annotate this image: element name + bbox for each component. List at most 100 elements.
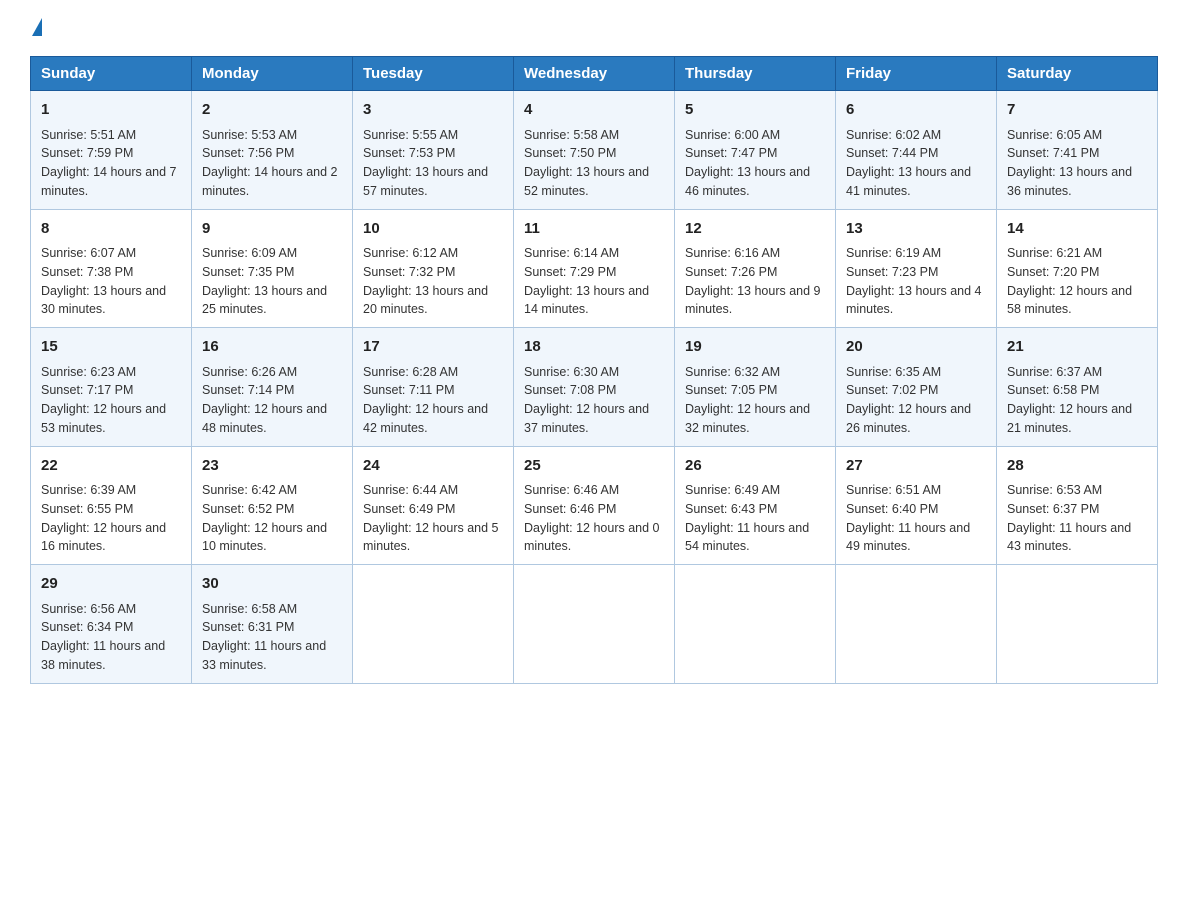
- calendar-cell: 18 Sunrise: 6:30 AMSunset: 7:08 PMDayligh…: [514, 328, 675, 447]
- day-number: 25: [524, 455, 664, 478]
- calendar-cell: 12 Sunrise: 6:16 AMSunset: 7:26 PMDayligh…: [675, 209, 836, 328]
- day-info: Sunrise: 6:42 AMSunset: 6:52 PMDaylight:…: [202, 481, 342, 556]
- day-number: 15: [41, 336, 181, 359]
- day-number: 19: [685, 336, 825, 359]
- calendar-week-row: 22Sunrise: 6:39 AMSunset: 6:55 PMDayligh…: [31, 446, 1158, 565]
- day-info: Sunrise: 6:14 AMSunset: 7:29 PMDaylight:…: [524, 244, 664, 319]
- calendar-cell: 29 Sunrise: 6:56 AMSunset: 6:34 PMDayligh…: [31, 565, 192, 684]
- calendar-cell: 3Sunrise: 5:55 AMSunset: 7:53 PMDaylight…: [353, 91, 514, 210]
- day-number: 23: [202, 455, 342, 478]
- calendar-table: SundayMondayTuesdayWednesdayThursdayFrid…: [30, 56, 1158, 684]
- day-number: 18: [524, 336, 664, 359]
- calendar-cell: 19 Sunrise: 6:32 AMSunset: 7:05 PMDayligh…: [675, 328, 836, 447]
- day-number: 16: [202, 336, 342, 359]
- day-number: 14: [1007, 218, 1147, 241]
- day-info: Sunrise: 6:32 AMSunset: 7:05 PMDaylight:…: [685, 363, 825, 438]
- calendar-cell: 9Sunrise: 6:09 AMSunset: 7:35 PMDaylight…: [192, 209, 353, 328]
- header-sunday: Sunday: [31, 57, 192, 91]
- day-info: Sunrise: 6:09 AMSunset: 7:35 PMDaylight:…: [202, 244, 342, 319]
- day-number: 21: [1007, 336, 1147, 359]
- calendar-cell: 11 Sunrise: 6:14 AMSunset: 7:29 PMDayligh…: [514, 209, 675, 328]
- day-number: 27: [846, 455, 986, 478]
- calendar-week-row: 8Sunrise: 6:07 AMSunset: 7:38 PMDaylight…: [31, 209, 1158, 328]
- day-info: Sunrise: 6:02 AMSunset: 7:44 PMDaylight:…: [846, 126, 986, 201]
- header-monday: Monday: [192, 57, 353, 91]
- calendar-cell: [514, 565, 675, 684]
- day-info: Sunrise: 6:19 AMSunset: 7:23 PMDaylight:…: [846, 244, 986, 319]
- day-number: 3: [363, 99, 503, 122]
- day-info: Sunrise: 6:26 AMSunset: 7:14 PMDaylight:…: [202, 363, 342, 438]
- calendar-cell: 7Sunrise: 6:05 AMSunset: 7:41 PMDaylight…: [997, 91, 1158, 210]
- calendar-cell: 4 Sunrise: 5:58 AMSunset: 7:50 PMDaylight…: [514, 91, 675, 210]
- day-info: Sunrise: 6:37 AMSunset: 6:58 PMDaylight:…: [1007, 363, 1147, 438]
- calendar-cell: [836, 565, 997, 684]
- calendar-header-row: SundayMondayTuesdayWednesdayThursdayFrid…: [31, 57, 1158, 91]
- calendar-cell: 16 Sunrise: 6:26 AMSunset: 7:14 PMDayligh…: [192, 328, 353, 447]
- header-saturday: Saturday: [997, 57, 1158, 91]
- day-number: 6: [846, 99, 986, 122]
- logo: [30, 20, 42, 38]
- logo-triangle-icon: [32, 18, 42, 36]
- calendar-cell: 24 Sunrise: 6:44 AMSunset: 6:49 PMDayligh…: [353, 446, 514, 565]
- page-header: [30, 20, 1158, 38]
- day-info: Sunrise: 6:53 AMSunset: 6:37 PMDaylight:…: [1007, 481, 1147, 556]
- calendar-cell: 8Sunrise: 6:07 AMSunset: 7:38 PMDaylight…: [31, 209, 192, 328]
- day-info: Sunrise: 6:49 AMSunset: 6:43 PMDaylight:…: [685, 481, 825, 556]
- calendar-cell: 28 Sunrise: 6:53 AMSunset: 6:37 PMDayligh…: [997, 446, 1158, 565]
- calendar-cell: [675, 565, 836, 684]
- calendar-cell: 5 Sunrise: 6:00 AMSunset: 7:47 PMDaylight…: [675, 91, 836, 210]
- calendar-cell: 14 Sunrise: 6:21 AMSunset: 7:20 PMDayligh…: [997, 209, 1158, 328]
- calendar-cell: 21 Sunrise: 6:37 AMSunset: 6:58 PMDayligh…: [997, 328, 1158, 447]
- day-info: Sunrise: 6:56 AMSunset: 6:34 PMDaylight:…: [41, 600, 181, 675]
- calendar-week-row: 1Sunrise: 5:51 AMSunset: 7:59 PMDaylight…: [31, 91, 1158, 210]
- day-info: Sunrise: 6:35 AMSunset: 7:02 PMDaylight:…: [846, 363, 986, 438]
- day-number: 29: [41, 573, 181, 596]
- calendar-cell: [997, 565, 1158, 684]
- day-number: 24: [363, 455, 503, 478]
- day-info: Sunrise: 6:39 AMSunset: 6:55 PMDaylight:…: [41, 481, 181, 556]
- calendar-cell: 17 Sunrise: 6:28 AMSunset: 7:11 PMDayligh…: [353, 328, 514, 447]
- calendar-cell: 15 Sunrise: 6:23 AMSunset: 7:17 PMDayligh…: [31, 328, 192, 447]
- day-number: 11: [524, 218, 664, 241]
- day-number: 30: [202, 573, 342, 596]
- day-number: 17: [363, 336, 503, 359]
- day-number: 12: [685, 218, 825, 241]
- day-info: Sunrise: 6:30 AMSunset: 7:08 PMDaylight:…: [524, 363, 664, 438]
- header-friday: Friday: [836, 57, 997, 91]
- calendar-week-row: 29 Sunrise: 6:56 AMSunset: 6:34 PMDayligh…: [31, 565, 1158, 684]
- day-info: Sunrise: 6:28 AMSunset: 7:11 PMDaylight:…: [363, 363, 503, 438]
- calendar-cell: [353, 565, 514, 684]
- calendar-cell: 1Sunrise: 5:51 AMSunset: 7:59 PMDaylight…: [31, 91, 192, 210]
- calendar-cell: 2Sunrise: 5:53 AMSunset: 7:56 PMDaylight…: [192, 91, 353, 210]
- day-info: Sunrise: 5:58 AMSunset: 7:50 PMDaylight:…: [524, 126, 664, 201]
- day-info: Sunrise: 6:12 AMSunset: 7:32 PMDaylight:…: [363, 244, 503, 319]
- header-thursday: Thursday: [675, 57, 836, 91]
- calendar-cell: 10Sunrise: 6:12 AMSunset: 7:32 PMDayligh…: [353, 209, 514, 328]
- day-info: Sunrise: 5:51 AMSunset: 7:59 PMDaylight:…: [41, 126, 181, 201]
- calendar-cell: 13 Sunrise: 6:19 AMSunset: 7:23 PMDayligh…: [836, 209, 997, 328]
- calendar-week-row: 15 Sunrise: 6:23 AMSunset: 7:17 PMDayligh…: [31, 328, 1158, 447]
- day-info: Sunrise: 6:16 AMSunset: 7:26 PMDaylight:…: [685, 244, 825, 319]
- header-wednesday: Wednesday: [514, 57, 675, 91]
- day-number: 5: [685, 99, 825, 122]
- calendar-cell: 20 Sunrise: 6:35 AMSunset: 7:02 PMDayligh…: [836, 328, 997, 447]
- calendar-cell: 6 Sunrise: 6:02 AMSunset: 7:44 PMDaylight…: [836, 91, 997, 210]
- day-info: Sunrise: 6:23 AMSunset: 7:17 PMDaylight:…: [41, 363, 181, 438]
- header-tuesday: Tuesday: [353, 57, 514, 91]
- calendar-cell: 23 Sunrise: 6:42 AMSunset: 6:52 PMDayligh…: [192, 446, 353, 565]
- day-number: 13: [846, 218, 986, 241]
- day-info: Sunrise: 6:00 AMSunset: 7:47 PMDaylight:…: [685, 126, 825, 201]
- calendar-cell: 30 Sunrise: 6:58 AMSunset: 6:31 PMDayligh…: [192, 565, 353, 684]
- day-number: 2: [202, 99, 342, 122]
- day-info: Sunrise: 6:51 AMSunset: 6:40 PMDaylight:…: [846, 481, 986, 556]
- day-number: 7: [1007, 99, 1147, 122]
- day-info: Sunrise: 6:07 AMSunset: 7:38 PMDaylight:…: [41, 244, 181, 319]
- day-number: 26: [685, 455, 825, 478]
- day-info: Sunrise: 6:21 AMSunset: 7:20 PMDaylight:…: [1007, 244, 1147, 319]
- day-number: 28: [1007, 455, 1147, 478]
- day-info: Sunrise: 6:44 AMSunset: 6:49 PMDaylight:…: [363, 481, 503, 556]
- day-info: Sunrise: 6:46 AMSunset: 6:46 PMDaylight:…: [524, 481, 664, 556]
- day-info: Sunrise: 6:58 AMSunset: 6:31 PMDaylight:…: [202, 600, 342, 675]
- day-number: 20: [846, 336, 986, 359]
- day-number: 4: [524, 99, 664, 122]
